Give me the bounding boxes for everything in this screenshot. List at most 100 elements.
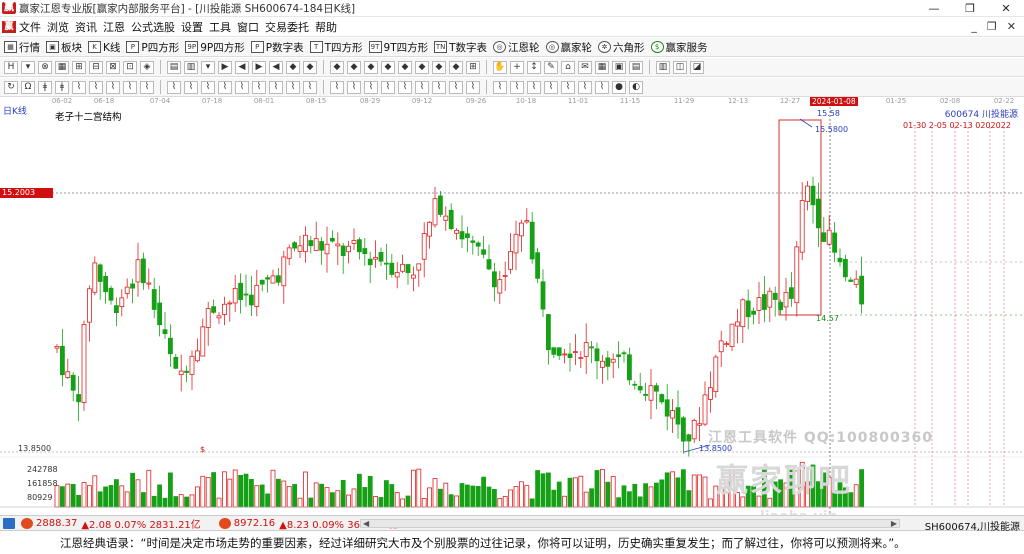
indicator-tool-1-icon[interactable]: Ω — [21, 80, 35, 94]
drawing-tool-8-icon[interactable]: ◈ — [140, 60, 154, 74]
gann-wheel-button[interactable]: ◎ 江恩轮 — [493, 40, 540, 55]
menu-help[interactable]: 帮助 — [315, 19, 343, 35]
t-square-button[interactable]: T T四方形 — [309, 40, 363, 55]
kline-button[interactable]: K K线 — [88, 40, 120, 55]
minimize-button[interactable]: — — [916, 0, 952, 17]
indicator-tool-15-icon[interactable]: ⌇ — [269, 80, 283, 94]
drawing-tool-38-icon[interactable]: ◪ — [690, 60, 704, 74]
drawing-tool-27-icon[interactable]: ✋ — [493, 60, 507, 74]
drawing-tool-13-icon[interactable]: ◀ — [235, 60, 249, 74]
menu-trade[interactable]: 交易委托 — [265, 19, 315, 35]
drawing-tool-9-icon[interactable]: ▤ — [167, 60, 181, 74]
drawing-tool-23-icon[interactable]: ◆ — [415, 60, 429, 74]
drawing-tool-5-icon[interactable]: ⊟ — [89, 60, 103, 74]
9t-square-button[interactable]: 9T 9T四方形 — [368, 40, 428, 55]
indicator-tool-22-icon[interactable]: ⌇ — [398, 80, 412, 94]
mdi-restore-button[interactable]: ❐ — [987, 20, 997, 33]
indicator-tool-17-icon[interactable]: ⌇ — [303, 80, 317, 94]
indicator-tool-13-icon[interactable]: ⌇ — [235, 80, 249, 94]
scroll-left-icon[interactable]: ◀ — [363, 519, 369, 528]
indicator-tool-4-icon[interactable]: ⌇ — [72, 80, 86, 94]
indicator-tool-8-icon[interactable]: ⌇ — [140, 80, 154, 94]
drawing-tool-31-icon[interactable]: ⌂ — [561, 60, 575, 74]
drawing-tool-22-icon[interactable]: ◆ — [398, 60, 412, 74]
drawing-tool-35-icon[interactable]: ▤ — [629, 60, 643, 74]
indicator-tool-30-icon[interactable]: ⌇ — [544, 80, 558, 94]
drawing-tool-19-icon[interactable]: ◆ — [347, 60, 361, 74]
indicator-tool-5-icon[interactable]: ⌇ — [89, 80, 103, 94]
9p-square-button[interactable]: 9P 9P四方形 — [185, 40, 245, 55]
indicator-tool-7-icon[interactable]: ⌇ — [123, 80, 137, 94]
drawing-tool-21-icon[interactable]: ◆ — [381, 60, 395, 74]
menu-info[interactable]: 资讯 — [75, 19, 103, 35]
menu-file[interactable]: 文件 — [19, 19, 47, 35]
indicator-tool-32-icon[interactable]: ⌇ — [578, 80, 592, 94]
indicator-tool-11-icon[interactable]: ⌇ — [201, 80, 215, 94]
winner-service-button[interactable]: $ 赢家服务 — [650, 40, 708, 55]
drawing-tool-29-icon[interactable]: ↕ — [527, 60, 541, 74]
indicator-tool-28-icon[interactable]: ⌇ — [510, 80, 524, 94]
indicator-tool-34-icon[interactable]: ● — [612, 80, 626, 94]
sector-button[interactable]: ▣ 板块 — [46, 40, 82, 55]
indicator-tool-14-icon[interactable]: ⌇ — [252, 80, 266, 94]
drawing-tool-24-icon[interactable]: ◆ — [432, 60, 446, 74]
drawing-tool-7-icon[interactable]: ⊡ — [123, 60, 137, 74]
menu-window[interactable]: 窗口 — [237, 19, 265, 35]
formula-label[interactable]: 老子十二宫结构 — [55, 109, 122, 123]
drawing-tool-26-icon[interactable]: ⊞ — [466, 60, 480, 74]
indicator-tool-9-icon[interactable]: ⌇ — [167, 80, 181, 94]
drawing-tool-33-icon[interactable]: ▦ — [595, 60, 609, 74]
menu-tools[interactable]: 工具 — [209, 19, 237, 35]
mdi-close-button[interactable]: ✕ — [1007, 20, 1016, 33]
indicator-tool-26-icon[interactable]: ⌇ — [466, 80, 480, 94]
period-label[interactable]: 日K线 — [3, 104, 27, 117]
drawing-tool-34-icon[interactable]: ▣ — [612, 60, 626, 74]
winner-wheel-button[interactable]: ◎ 赢家轮 — [545, 40, 592, 55]
indicator-tool-10-icon[interactable]: ⌇ — [184, 80, 198, 94]
drawing-tool-17-icon[interactable]: ◆ — [303, 60, 317, 74]
drawing-tool-4-icon[interactable]: ⊞ — [72, 60, 86, 74]
menu-gann[interactable]: 江恩 — [103, 19, 131, 35]
indicator-tool-19-icon[interactable]: ⌇ — [347, 80, 361, 94]
indicator-tool-6-icon[interactable]: ⌇ — [106, 80, 120, 94]
drawing-tool-36-icon[interactable]: ▥ — [656, 60, 670, 74]
mdi-minimize-button[interactable]: _ — [971, 20, 977, 33]
menu-browse[interactable]: 浏览 — [47, 19, 75, 35]
drawing-tool-15-icon[interactable]: ◀ — [269, 60, 283, 74]
indicator-tool-20-icon[interactable]: ⌇ — [364, 80, 378, 94]
close-button[interactable]: ✕ — [988, 0, 1024, 17]
indicator-tool-18-icon[interactable]: ⌇ — [330, 80, 344, 94]
indicator-tool-35-icon[interactable]: ◐ — [629, 80, 643, 94]
p-table-button[interactable]: P P数字表 — [250, 40, 304, 55]
drawing-tool-32-icon[interactable]: ✉ — [578, 60, 592, 74]
drawing-tool-11-icon[interactable]: ▾ — [201, 60, 215, 74]
drawing-tool-2-icon[interactable]: ⊗ — [38, 60, 52, 74]
drawing-tool-12-icon[interactable]: ▶ — [218, 60, 232, 74]
indicator-tool-0-icon[interactable]: ↻ — [4, 80, 18, 94]
menu-formula[interactable]: 公式选股 — [131, 19, 181, 35]
hexagon-button[interactable]: ✲ 六角形 — [598, 40, 645, 55]
menu-settings[interactable]: 设置 — [181, 19, 209, 35]
drawing-tool-20-icon[interactable]: ◆ — [364, 60, 378, 74]
shanghai-index-icon[interactable] — [3, 517, 15, 529]
indicator-tool-27-icon[interactable]: ⌇ — [493, 80, 507, 94]
indicator-tool-33-icon[interactable]: ⌇ — [595, 80, 609, 94]
drawing-tool-28-icon[interactable]: + — [510, 60, 524, 74]
indicator-tool-21-icon[interactable]: ⌇ — [381, 80, 395, 94]
drawing-tool-0-icon[interactable]: H — [4, 60, 18, 74]
drawing-tool-6-icon[interactable]: ⊠ — [106, 60, 120, 74]
drawing-tool-10-icon[interactable]: ▥ — [184, 60, 198, 74]
drawing-tool-14-icon[interactable]: ▶ — [252, 60, 266, 74]
p-square-button[interactable]: P P四方形 — [126, 40, 179, 55]
indicator-tool-12-icon[interactable]: ⌇ — [218, 80, 232, 94]
indicator-tool-2-icon[interactable]: ǂ — [38, 80, 52, 94]
kline-chart[interactable]: 06-02 06-18 07-04 07-18 08-01 08-15 08-29 09-12… — [0, 97, 1024, 525]
drawing-tool-1-icon[interactable]: ▾ — [21, 60, 35, 74]
drawing-tool-37-icon[interactable]: ◫ — [673, 60, 687, 74]
indicator-tool-29-icon[interactable]: ⌇ — [527, 80, 541, 94]
indicator-tool-24-icon[interactable]: ⌇ — [432, 80, 446, 94]
indicator-tool-3-icon[interactable]: ǂ — [55, 80, 69, 94]
kline-chart-canvas[interactable] — [0, 97, 1024, 515]
scroll-right-icon[interactable]: ▶ — [891, 519, 897, 528]
drawing-tool-25-icon[interactable]: ◆ — [449, 60, 463, 74]
